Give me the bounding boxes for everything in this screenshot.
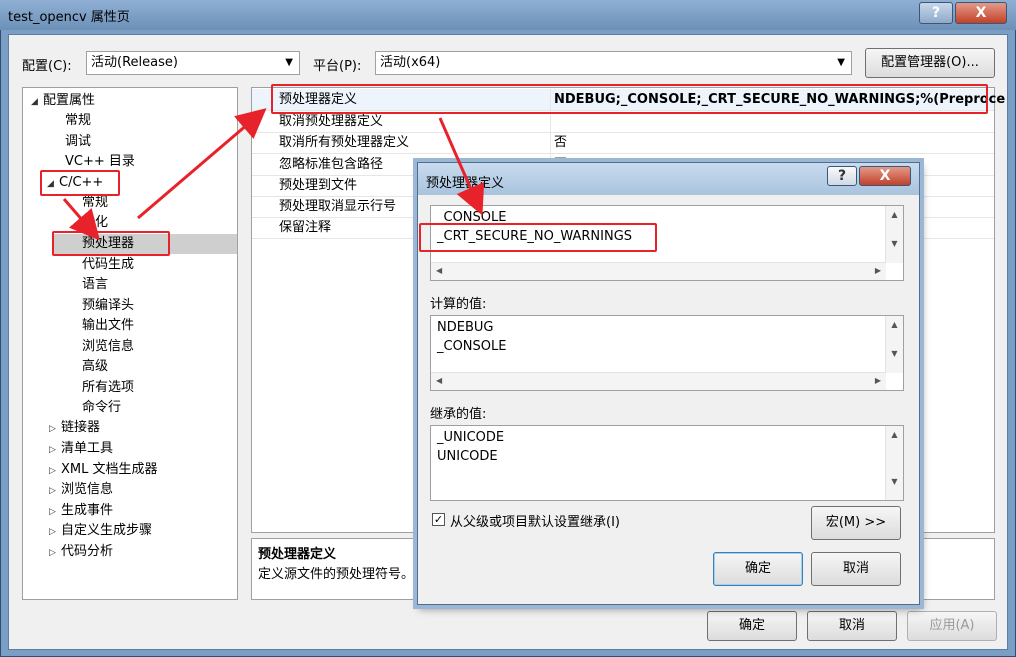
arrow-to-dialog: [438, 117, 485, 216]
arrow-to-preprocessor: [62, 198, 100, 241]
arrow-to-grid-row: [137, 108, 267, 220]
annotation-arrows: [62, 108, 485, 241]
